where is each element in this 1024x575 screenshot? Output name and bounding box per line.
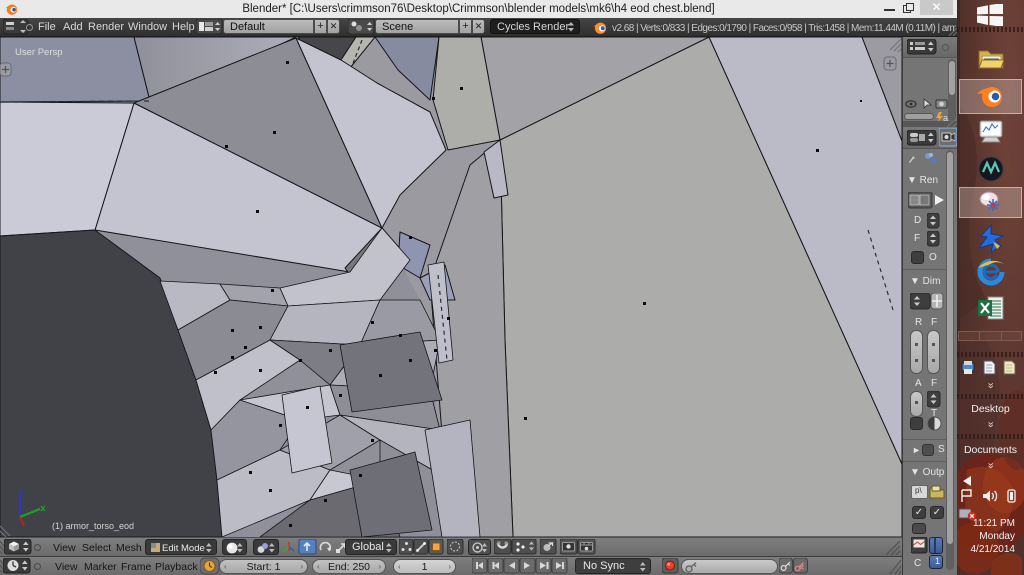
svg-text:(1) armor_torso_eod: (1) armor_torso_eod [52,521,134,531]
svg-text:User Persp: User Persp [15,47,63,58]
